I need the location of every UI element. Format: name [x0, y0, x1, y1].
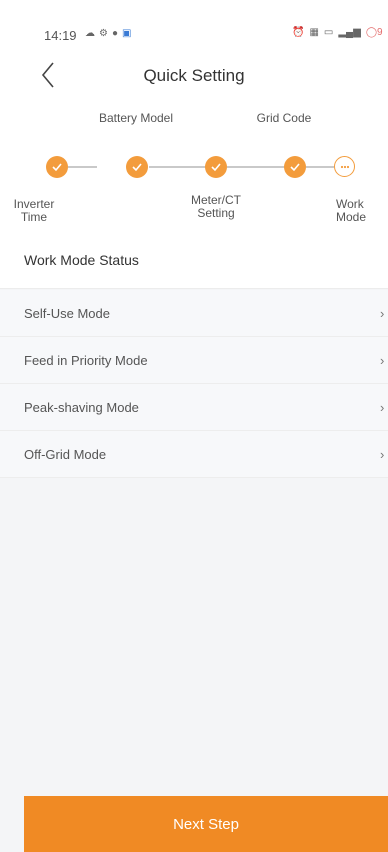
status-left-icons: ☁ ⚙ ● ▣: [85, 28, 131, 39]
mode-item-feed-in-priority[interactable]: Feed in Priority Mode ›: [0, 337, 388, 384]
mode-list: Self-Use Mode › Feed in Priority Mode › …: [0, 290, 388, 478]
chevron-right-icon: ›: [380, 400, 385, 415]
page-title: Quick Setting: [143, 66, 245, 85]
step-5-more-icon: [334, 156, 355, 177]
image-icon: ▣: [122, 28, 132, 39]
work-mode-status-row: Work Mode Status: [0, 234, 388, 289]
step-1-check-icon: [46, 156, 68, 178]
chevron-right-icon: ›: [380, 447, 385, 462]
volte-icon: ▭: [323, 27, 334, 38]
signal-icon: ▂▄▆: [338, 27, 361, 38]
chevron-right-icon: ›: [380, 306, 385, 321]
step-2-check-icon: [126, 156, 148, 178]
status-right-icons: ⏰ ▦ ▭ ▂▄▆ ◯9: [292, 27, 383, 38]
mode-label: Self-Use Mode: [24, 306, 110, 321]
settings-icon: ⚙: [99, 28, 108, 39]
next-step-button[interactable]: Next Step: [24, 796, 388, 852]
mode-label: Feed in Priority Mode: [24, 353, 148, 368]
dot-icon: ●: [111, 28, 119, 39]
chevron-right-icon: ›: [380, 353, 385, 368]
step-label-grid-code: Grid Code: [256, 111, 312, 125]
header: Quick Setting: [0, 48, 388, 104]
step-label-inverter-time: Inverter Time: [13, 197, 55, 224]
step-connector: [149, 166, 206, 168]
battery-level: 9: [377, 27, 383, 38]
cloud-icon: ☁: [85, 28, 95, 39]
step-label-work-mode: Work Mode: [336, 198, 367, 224]
step-label-meter-ct-setting: Meter/CT Setting: [190, 193, 241, 220]
step-4-check-icon: [284, 156, 306, 178]
mode-label: Off-Grid Mode: [24, 447, 107, 462]
step-connector: [68, 166, 97, 168]
step-3-check-icon: [205, 156, 227, 178]
step-connector: [306, 166, 334, 168]
network-icon: ▦: [309, 27, 319, 38]
battery-icon: ◯9: [365, 27, 383, 38]
status-time: 14:19: [44, 28, 77, 43]
mode-item-peak-shaving[interactable]: Peak-shaving Mode ›: [0, 384, 388, 431]
step-connector: [227, 166, 285, 168]
mode-label: Peak-shaving Mode: [24, 400, 139, 415]
work-mode-status-label: Work Mode Status: [24, 252, 139, 268]
step-label-battery-model: Battery Model: [98, 111, 174, 125]
mode-item-off-grid[interactable]: Off-Grid Mode ›: [0, 431, 388, 478]
alarm-icon: ⏰: [292, 27, 305, 38]
status-bar: 14:19 ☁ ⚙ ● ▣ ⏰ ▦ ▭ ▂▄▆ ◯9: [0, 0, 388, 48]
step-progress: Battery Model Grid Code Inverter Time Me…: [0, 104, 388, 242]
mode-item-self-use[interactable]: Self-Use Mode ›: [0, 290, 388, 337]
